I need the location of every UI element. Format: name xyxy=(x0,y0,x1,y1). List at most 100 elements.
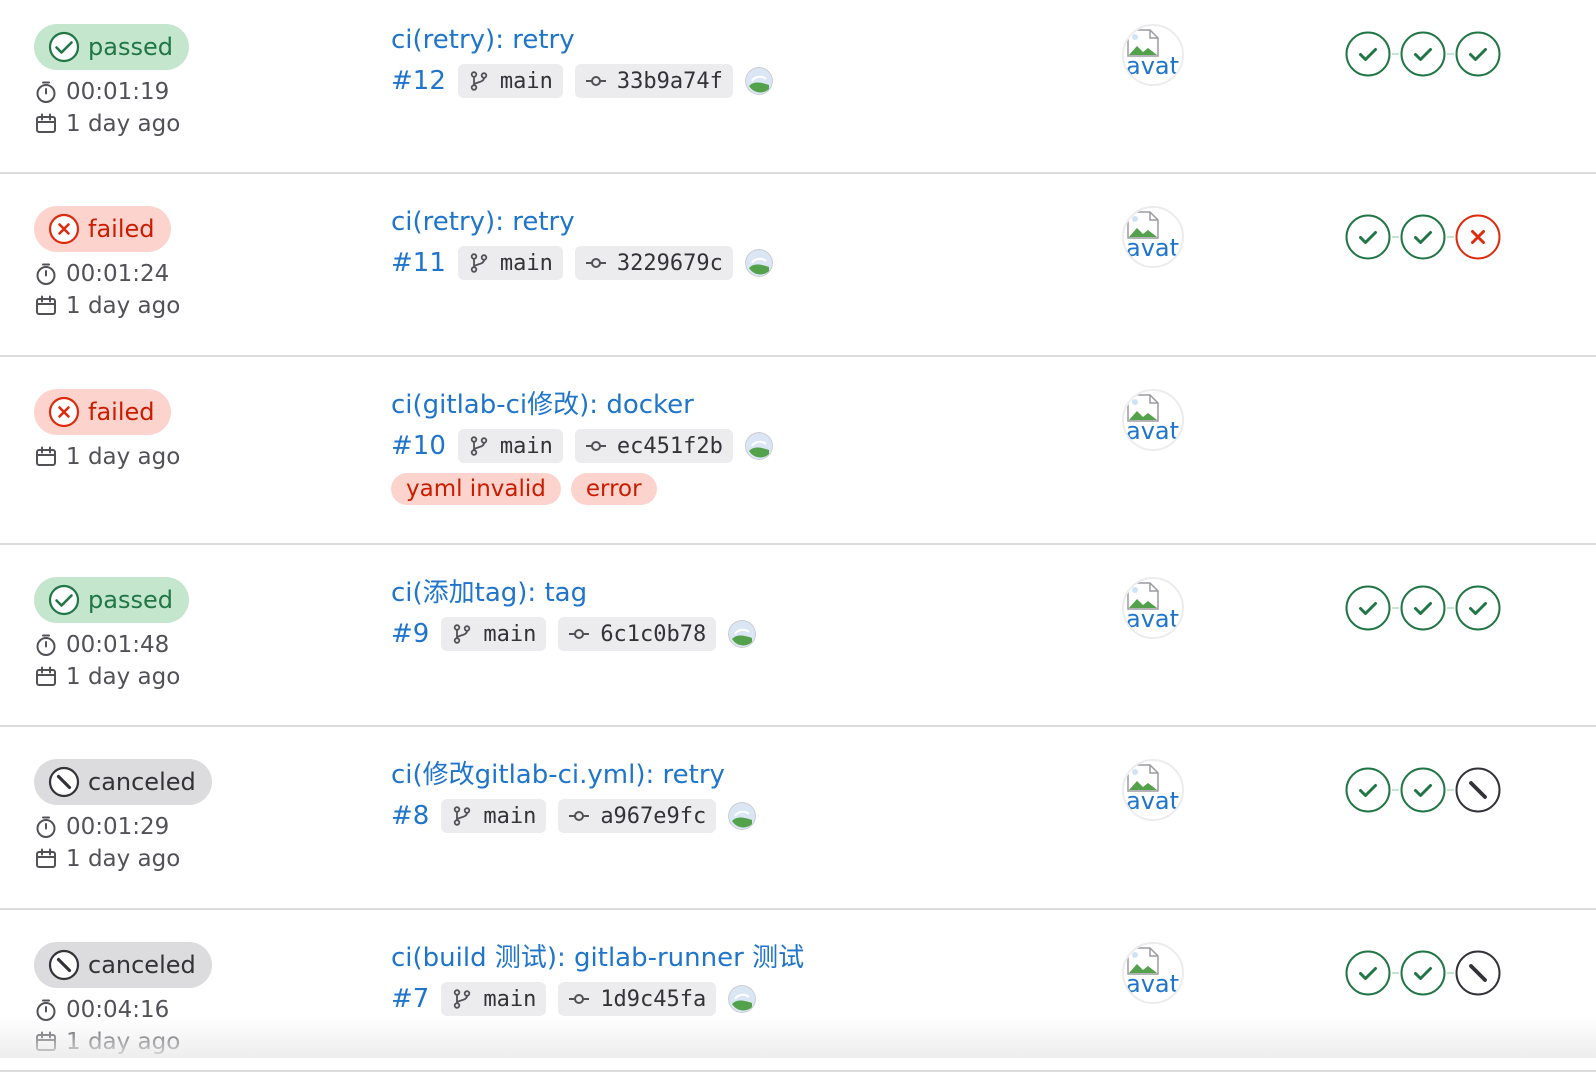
stage-canceled-icon[interactable] xyxy=(1454,949,1502,997)
status-canceled-icon xyxy=(48,949,80,981)
pipeline-id-link[interactable]: #11 xyxy=(391,248,446,278)
pipeline-stages xyxy=(1344,584,1502,632)
branch-name: main xyxy=(483,803,537,829)
status-badge[interactable]: failed xyxy=(34,206,171,252)
stage-success-icon[interactable] xyxy=(1344,584,1392,632)
triggerer-avatar[interactable]: avat xyxy=(1122,389,1184,451)
status-label: passed xyxy=(88,586,173,614)
status-label: failed xyxy=(88,398,155,426)
status-column: failed 00:01:24 1 day ago xyxy=(34,206,180,322)
pipeline-id-link[interactable]: #9 xyxy=(391,619,429,649)
pipeline-label[interactable]: yaml invalid xyxy=(391,473,561,505)
commit-sha: ec451f2b xyxy=(616,433,723,459)
commit-icon xyxy=(585,252,607,274)
commit-author-avatar[interactable] xyxy=(728,985,757,1013)
duration: 00:01:19 xyxy=(34,76,189,108)
finished-at: 1 day ago xyxy=(34,843,212,875)
stage-success-icon[interactable] xyxy=(1399,949,1447,997)
triggerer-avatar[interactable]: avat xyxy=(1122,24,1184,86)
commit-sha-chip[interactable]: ec451f2b xyxy=(574,429,733,463)
triggerer-avatar[interactable]: avat xyxy=(1122,759,1184,821)
triggerer-avatar[interactable]: avat xyxy=(1122,577,1184,639)
stage-connector xyxy=(1392,972,1399,974)
commit-author-avatar[interactable] xyxy=(744,67,773,95)
duration: 00:04:16 xyxy=(34,994,212,1026)
calendar-icon xyxy=(34,112,58,136)
stage-success-icon[interactable] xyxy=(1399,584,1447,632)
stage-success-icon[interactable] xyxy=(1399,30,1447,78)
status-badge[interactable]: passed xyxy=(34,24,189,70)
stage-success-icon[interactable] xyxy=(1399,213,1447,261)
pipeline-info: ci(修改gitlab-ci.yml): retry #8 main a967e9fc xyxy=(391,759,757,833)
commit-icon xyxy=(568,988,590,1010)
branch-ref-chip[interactable]: main xyxy=(441,982,547,1016)
commit-title-link[interactable]: ci(添加tag): tag xyxy=(391,578,587,608)
commit-author-avatar[interactable] xyxy=(728,802,757,830)
pipeline-stages xyxy=(1344,30,1502,78)
branch-ref-chip[interactable]: main xyxy=(441,799,547,833)
commit-sha-chip[interactable]: a967e9fc xyxy=(558,799,717,833)
commit-sha: 33b9a74f xyxy=(616,68,723,94)
status-column: failed 1 day ago xyxy=(34,389,180,473)
avatar-alt-text: avat xyxy=(1126,970,1180,998)
pipeline-row: canceled 00:04:16 1 day ago ci(build 测试): g… xyxy=(0,910,1596,1072)
status-badge[interactable]: canceled xyxy=(34,759,212,805)
commit-sha-chip[interactable]: 33b9a74f xyxy=(574,64,733,98)
pipeline-stages xyxy=(1344,766,1502,814)
commit-sha: 3229679c xyxy=(616,250,723,276)
pipeline-info: ci(retry): retry #12 main 33b9a74f xyxy=(391,24,773,98)
commit-title-link[interactable]: ci(build 测试): gitlab-runner 测试 xyxy=(391,943,804,973)
stage-failed-icon[interactable] xyxy=(1454,213,1502,261)
finished-at: 1 day ago xyxy=(34,108,189,140)
commit-author-avatar[interactable] xyxy=(728,620,757,648)
pipeline-id-link[interactable]: #12 xyxy=(391,66,446,96)
status-badge[interactable]: failed xyxy=(34,389,171,435)
stage-success-icon[interactable] xyxy=(1399,766,1447,814)
status-badge[interactable]: canceled xyxy=(34,942,212,988)
status-failed-icon xyxy=(48,396,80,428)
commit-sha-chip[interactable]: 3229679c xyxy=(574,246,733,280)
commit-title-link[interactable]: ci(retry): retry xyxy=(391,25,575,55)
calendar-icon xyxy=(34,665,58,689)
commit-sha-chip[interactable]: 1d9c45fa xyxy=(558,982,717,1016)
stage-success-icon[interactable] xyxy=(1454,584,1502,632)
pipeline-label[interactable]: error xyxy=(570,473,657,505)
pipeline-row: canceled 00:01:29 1 day ago ci(修改gitlab-ci.… xyxy=(0,727,1596,910)
commit-author-avatar[interactable] xyxy=(744,432,773,460)
pipeline-id-link[interactable]: #10 xyxy=(391,431,446,461)
timer-icon xyxy=(34,80,58,104)
avatar-alt-text: avat xyxy=(1126,417,1180,445)
avatar-alt-text: avat xyxy=(1126,605,1180,633)
triggerer-avatar[interactable]: avat xyxy=(1122,942,1184,1004)
status-label: canceled xyxy=(88,768,196,796)
duration-text: 00:01:48 xyxy=(66,632,170,658)
stage-success-icon[interactable] xyxy=(1344,30,1392,78)
branch-ref-chip[interactable]: main xyxy=(457,64,563,98)
status-badge[interactable]: passed xyxy=(34,577,189,623)
stage-success-icon[interactable] xyxy=(1344,766,1392,814)
branch-ref-chip[interactable]: main xyxy=(441,617,547,651)
stage-success-icon[interactable] xyxy=(1344,213,1392,261)
timer-icon xyxy=(34,262,58,286)
triggerer-avatar[interactable]: avat xyxy=(1122,206,1184,268)
status-failed-icon xyxy=(48,213,80,245)
commit-title-link[interactable]: ci(修改gitlab-ci.yml): retry xyxy=(391,760,725,790)
stage-canceled-icon[interactable] xyxy=(1454,766,1502,814)
stage-connector xyxy=(1447,236,1454,238)
commit-sha-chip[interactable]: 6c1c0b78 xyxy=(558,617,717,651)
stage-success-icon[interactable] xyxy=(1454,30,1502,78)
branch-name: main xyxy=(499,433,553,459)
pipeline-stages xyxy=(1344,213,1502,261)
pipeline-id-link[interactable]: #8 xyxy=(391,801,429,831)
branch-ref-chip[interactable]: main xyxy=(457,429,563,463)
avatar-alt-text: avat xyxy=(1126,234,1180,262)
pipeline-info: ci(build 测试): gitlab-runner 测试 #7 main 1d9c… xyxy=(391,942,804,1016)
stage-success-icon[interactable] xyxy=(1344,949,1392,997)
branch-ref-chip[interactable]: main xyxy=(457,246,563,280)
status-column: passed 00:01:19 1 day ago xyxy=(34,24,189,140)
commit-title-link[interactable]: ci(retry): retry xyxy=(391,207,575,237)
pipeline-id-link[interactable]: #7 xyxy=(391,984,429,1014)
commit-author-avatar[interactable] xyxy=(744,249,773,277)
commit-title-link[interactable]: ci(gitlab-ci修改): docker xyxy=(391,390,694,420)
stage-connector xyxy=(1392,789,1399,791)
